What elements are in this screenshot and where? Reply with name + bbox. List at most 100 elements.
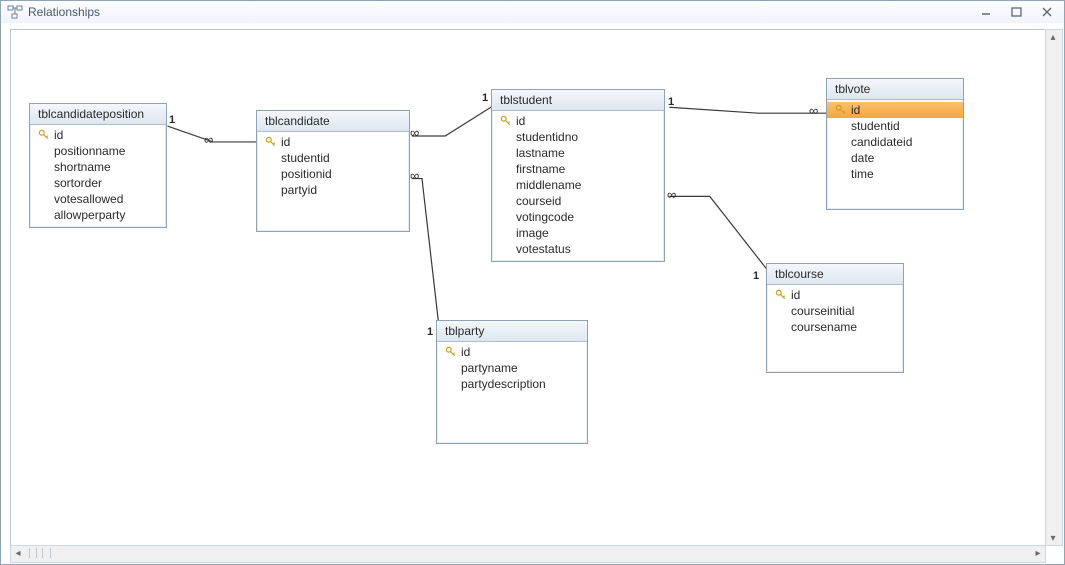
relationships-window: Relationships	[0, 0, 1065, 565]
field-name: id	[849, 103, 860, 117]
primary-key-icon	[36, 129, 52, 141]
field-row[interactable]: candidateid	[827, 134, 963, 150]
field-row[interactable]: courseid	[492, 193, 664, 209]
field-name: courseinitial	[789, 304, 854, 318]
table-tblcandidate[interactable]: tblcandidate idstudentidpositionidpartyi…	[256, 110, 410, 232]
field-name: firstname	[514, 162, 565, 176]
table-header[interactable]: tblvote	[827, 79, 963, 100]
field-name: studentid	[849, 119, 900, 133]
close-button[interactable]	[1036, 5, 1058, 19]
field-row[interactable]: studentidno	[492, 129, 664, 145]
field-row[interactable]: lastname	[492, 145, 664, 161]
field-name: studentidno	[514, 130, 578, 144]
primary-key-icon	[498, 115, 514, 127]
table-tblvote[interactable]: tblvote id studentid candidateid datetime	[826, 78, 964, 210]
field-name: candidateid	[849, 135, 912, 149]
table-body: id positionnameshortnamesortordervotesall…	[30, 125, 166, 227]
table-tblparty[interactable]: tblparty id partyname partydescription	[436, 320, 588, 444]
cardinality-one: 1	[668, 96, 674, 108]
field-row[interactable]: id	[30, 127, 166, 143]
field-name: id	[459, 345, 470, 359]
field-name: lastname	[514, 146, 565, 160]
field-name: image	[514, 226, 549, 240]
cardinality-many: ∞	[667, 187, 676, 202]
field-row[interactable]: id	[827, 102, 963, 118]
table-tblcandidateposition[interactable]: tblcandidateposition id positionnameshort…	[29, 103, 167, 228]
field-row[interactable]: id	[437, 344, 587, 360]
field-name: allowperparty	[52, 208, 125, 222]
primary-key-icon	[773, 289, 789, 301]
field-name: partydescription	[459, 377, 546, 391]
field-name: id	[52, 128, 63, 142]
field-row[interactable]: id	[257, 134, 409, 150]
field-row[interactable]: firstname	[492, 161, 664, 177]
scroll-left-arrow[interactable]: ◂	[11, 546, 25, 560]
field-row[interactable]: sortorder	[30, 175, 166, 191]
field-row[interactable]: votestatus	[492, 241, 664, 257]
primary-key-icon	[833, 104, 849, 116]
cardinality-many: ∞	[809, 103, 818, 118]
table-header[interactable]: tblcandidateposition	[30, 104, 166, 125]
field-row[interactable]: id	[492, 113, 664, 129]
minimize-button[interactable]	[976, 5, 998, 19]
maximize-button[interactable]	[1006, 5, 1028, 19]
table-body: idstudentidpositionidpartyid	[257, 132, 409, 202]
field-name: date	[849, 151, 874, 165]
field-name: middlename	[514, 178, 581, 192]
diagram-canvas[interactable]: 1 ∞ 1 ∞ 1 ∞ 1 ∞ 1 ∞ tblcandidateposition…	[10, 29, 1046, 546]
cardinality-one: 1	[169, 114, 175, 126]
vertical-scrollbar[interactable]: ▴ ▾	[1045, 29, 1063, 546]
field-row[interactable]: votingcode	[492, 209, 664, 225]
cardinality-one: 1	[427, 326, 433, 338]
field-row[interactable]: courseinitial	[767, 303, 903, 319]
field-name: studentid	[279, 151, 330, 165]
cardinality-many: ∞	[410, 168, 419, 183]
window-buttons	[976, 5, 1058, 19]
scroll-right-arrow[interactable]: ▸	[1031, 546, 1045, 560]
scroll-grip[interactable]	[29, 548, 51, 558]
field-row[interactable]: coursename	[767, 319, 903, 335]
field-name: positionname	[52, 144, 125, 158]
table-body: id partyname partydescription	[437, 342, 587, 396]
cardinality-one: 1	[753, 270, 759, 282]
field-row[interactable]: votesallowed	[30, 191, 166, 207]
field-name: id	[789, 288, 800, 302]
cardinality-many: ∞	[410, 125, 419, 140]
field-row[interactable]: id	[767, 287, 903, 303]
field-name: votestatus	[514, 242, 571, 256]
field-row[interactable]: partydescription	[437, 376, 587, 392]
field-row[interactable]: shortname	[30, 159, 166, 175]
field-row[interactable]: partyid	[257, 182, 409, 198]
field-row[interactable]: positionid	[257, 166, 409, 182]
table-tblcourse[interactable]: tblcourse id courseinitialcoursename	[766, 263, 904, 373]
field-row[interactable]: partyname	[437, 360, 587, 376]
field-row[interactable]: date	[827, 150, 963, 166]
field-name: id	[514, 114, 525, 128]
field-row[interactable]: allowperparty	[30, 207, 166, 223]
table-body: id courseinitialcoursename	[767, 285, 903, 339]
primary-key-icon	[443, 346, 459, 358]
field-row[interactable]: studentid	[827, 118, 963, 134]
table-header[interactable]: tblcourse	[767, 264, 903, 285]
table-body: id studentidno lastname firstname middlename…	[492, 111, 664, 261]
field-name: partyid	[279, 183, 317, 197]
window-title: Relationships	[28, 5, 976, 19]
canvas-wrap: 1 ∞ 1 ∞ 1 ∞ 1 ∞ 1 ∞ tblcandidateposition…	[1, 23, 1064, 564]
field-name: sortorder	[52, 176, 102, 190]
table-tblstudent[interactable]: tblstudent id studentidno lastname firstnam…	[491, 89, 665, 262]
field-row[interactable]: middlename	[492, 177, 664, 193]
field-row[interactable]: studentid	[257, 150, 409, 166]
horizontal-scrollbar[interactable]: ◂ ▸	[10, 545, 1046, 563]
table-header[interactable]: tblcandidate	[257, 111, 409, 132]
scroll-up-arrow[interactable]: ▴	[1046, 30, 1060, 44]
field-name: partyname	[459, 361, 518, 375]
scroll-down-arrow[interactable]: ▾	[1046, 531, 1060, 545]
table-body: id studentid candidateid datetime	[827, 100, 963, 186]
table-header[interactable]: tblstudent	[492, 90, 664, 111]
field-row[interactable]: positionname	[30, 143, 166, 159]
relationships-icon	[7, 4, 23, 20]
field-row[interactable]: image	[492, 225, 664, 241]
field-row[interactable]: time	[827, 166, 963, 182]
table-header[interactable]: tblparty	[437, 321, 587, 342]
title-bar: Relationships	[1, 1, 1064, 24]
